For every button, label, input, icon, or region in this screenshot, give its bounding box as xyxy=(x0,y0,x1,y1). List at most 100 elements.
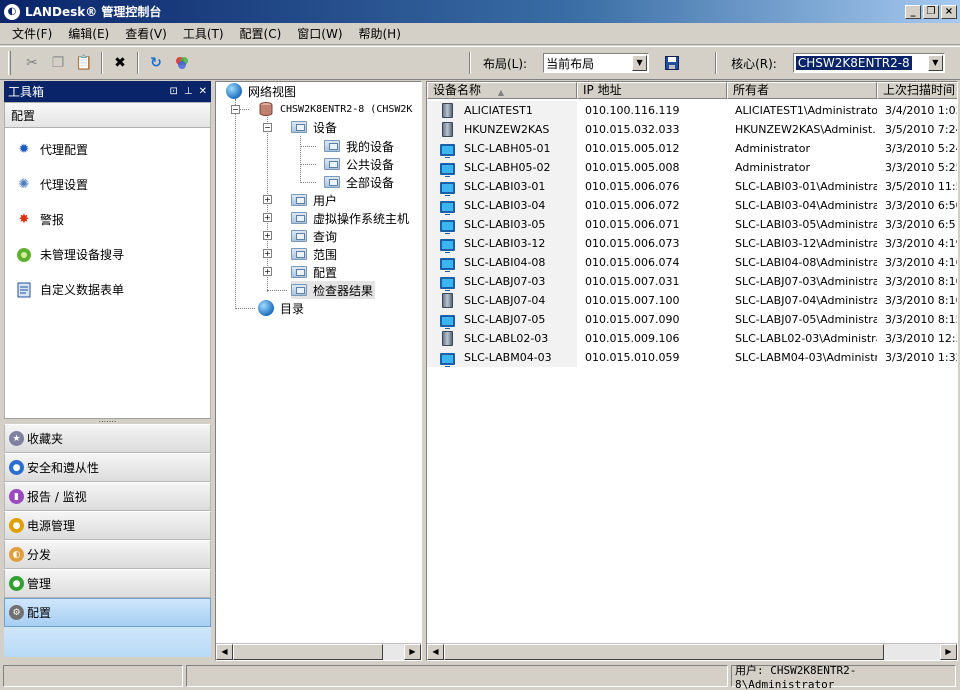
cell-device-name: ALICIATEST1 xyxy=(427,101,577,120)
expand-icon[interactable]: + xyxy=(263,213,272,222)
tree-node-vm-hosts[interactable]: 虚拟操作系统主机 xyxy=(291,209,409,227)
table-row[interactable]: HKUNZEW2KAS 010.015.032.033 HKUNZEW2KAS\Ad… xyxy=(427,120,957,139)
table-row[interactable]: SLC-LABH05-01 010.015.005.012 Administrato… xyxy=(427,139,957,158)
scroll-right-icon[interactable]: ▶ xyxy=(404,644,421,660)
tree-node-public-devices[interactable]: 公共设备 xyxy=(324,155,394,173)
tree-connector xyxy=(300,164,316,165)
paste-icon[interactable]: 📋 xyxy=(73,52,95,74)
table-row[interactable]: SLC-LABJ07-03 010.015.007.031 SLC-LABJ07-0… xyxy=(427,272,957,291)
column-header-ip-address[interactable]: IP 地址 xyxy=(577,82,727,99)
scrollbar-thumb[interactable] xyxy=(233,644,383,660)
tree-node-my-devices[interactable]: 我的设备 xyxy=(324,137,394,155)
menu-tools[interactable]: 工具(T) xyxy=(177,25,230,42)
collapse-icon[interactable]: − xyxy=(231,105,240,114)
layout-select[interactable]: 当前布局 ▼ xyxy=(543,53,650,73)
server-icon xyxy=(439,102,455,118)
scrollbar-thumb[interactable] xyxy=(444,644,884,660)
chevron-down-icon[interactable]: ▼ xyxy=(927,55,943,71)
cell-ip-address: 010.015.009.106 xyxy=(585,332,680,345)
minimize-button[interactable]: _ xyxy=(905,4,921,19)
dropdown-icon[interactable]: ⊡ xyxy=(170,86,178,97)
tree-node-directory[interactable]: 目录 xyxy=(258,299,304,317)
tree-horizontal-scrollbar[interactable]: ◀ ▶ xyxy=(216,643,421,660)
expand-icon[interactable]: + xyxy=(263,249,272,258)
pin-icon[interactable]: ⊥ xyxy=(184,86,193,97)
save-layout-icon[interactable] xyxy=(661,52,683,74)
restore-button[interactable]: ❐ xyxy=(923,4,939,19)
category-configuration[interactable]: ⚙ 配置 xyxy=(4,598,211,627)
menu-file[interactable]: 文件(F) xyxy=(6,25,58,42)
grid-horizontal-scrollbar[interactable]: ◀ ▶ xyxy=(427,643,957,660)
chevron-down-icon[interactable]: ▼ xyxy=(632,55,648,71)
cell-device-name: SLC-LABI03-12 xyxy=(427,234,577,253)
tree-node-configuration[interactable]: 配置 xyxy=(291,263,337,281)
column-header-last-scan[interactable]: 上次扫描时间 xyxy=(877,82,957,99)
table-row[interactable]: SLC-LABI04-08 010.015.006.074 SLC-LABI04-0… xyxy=(427,253,957,272)
close-button[interactable]: × xyxy=(941,4,957,19)
table-row[interactable]: SLC-LABM04-03 010.015.010.059 SLC-LABM04-0… xyxy=(427,348,957,367)
tree-node-devices[interactable]: 设备 xyxy=(291,118,337,136)
database-icon xyxy=(258,102,274,116)
expand-icon[interactable]: + xyxy=(263,231,272,240)
core-label: 核心(R): xyxy=(731,56,777,71)
refresh-icon[interactable]: ↻ xyxy=(145,52,167,74)
cell-owner: SLC-LABJ07-04\Administra... xyxy=(735,294,877,307)
tree-node-queries[interactable]: 查询 xyxy=(291,227,337,245)
core-select[interactable]: CHSW2K8ENTR2-8 ▼ xyxy=(792,53,945,73)
category-management[interactable]: ● 管理 xyxy=(4,569,211,598)
table-row[interactable]: SLC-LABI03-05 010.015.006.071 SLC-LABI03-0… xyxy=(427,215,957,234)
table-row[interactable]: SLC-LABL02-03 010.015.009.106 SLC-LABL02-0… xyxy=(427,329,957,348)
column-header-device-name[interactable]: 设备名称 ▲ xyxy=(427,82,577,99)
menu-view[interactable]: 查看(V) xyxy=(119,25,173,42)
toolbar-grip[interactable] xyxy=(8,51,11,75)
menu-window[interactable]: 窗口(W) xyxy=(291,25,348,42)
table-row[interactable]: SLC-LABH05-02 010.015.005.008 Administrato… xyxy=(427,158,957,177)
table-row[interactable]: SLC-LABJ07-04 010.015.007.100 SLC-LABJ07-0… xyxy=(427,291,958,310)
tool-unmanaged-device-discovery[interactable]: 未管理设备搜寻 xyxy=(5,237,210,272)
tree-node-network-view[interactable]: 网络视图 xyxy=(226,82,296,100)
menu-configure[interactable]: 配置(C) xyxy=(234,25,288,42)
device-name-text: ALICIATEST1 xyxy=(464,104,533,117)
tool-agent-configuration[interactable]: ✹ 代理配置 xyxy=(5,132,210,167)
cell-last-scan: 3/3/2010 8:10 xyxy=(885,294,958,307)
tool-agent-settings[interactable]: ✺ 代理设置 xyxy=(5,167,210,202)
table-row[interactable]: SLC-LABJ07-05 010.015.007.090 SLC-LABJ07-0… xyxy=(427,310,957,329)
cell-ip-address: 010.015.006.076 xyxy=(585,180,680,193)
category-distribution[interactable]: ◐ 分发 xyxy=(4,540,211,569)
cell-device-name: SLC-LABJ07-03 xyxy=(427,272,577,291)
menu-help[interactable]: 帮助(H) xyxy=(353,25,407,42)
title-bar[interactable]: ◐ LANDesk® 管理控制台 _ ❐ × xyxy=(0,0,960,23)
cell-ip-address: 010.015.032.033 xyxy=(585,123,680,136)
scroll-left-icon[interactable]: ◀ xyxy=(427,644,444,660)
collapse-icon[interactable]: − xyxy=(263,123,272,132)
scroll-right-icon[interactable]: ▶ xyxy=(940,644,957,660)
table-row[interactable]: SLC-LABI03-12 010.015.006.073 SLC-LABI03-1… xyxy=(427,234,957,253)
tool-alerting[interactable]: ✸ 警报 xyxy=(5,202,210,237)
category-favorites[interactable]: ★ 收藏夹 xyxy=(4,424,211,453)
expand-icon[interactable]: + xyxy=(263,195,272,204)
cell-device-name: SLC-LABL02-03 xyxy=(427,329,577,348)
expand-icon[interactable]: + xyxy=(263,267,272,276)
close-icon[interactable]: ✕ xyxy=(199,86,207,97)
tree-node-inspector-results[interactable]: 检查器结果 xyxy=(291,281,376,299)
menu-edit[interactable]: 编辑(E) xyxy=(62,25,115,42)
column-header-owner[interactable]: 所有者 xyxy=(727,82,877,99)
tree-node-scopes[interactable]: 范围 xyxy=(291,245,337,263)
table-row[interactable]: ALICIATEST1 010.100.116.119 ALICIATEST1\Ad… xyxy=(427,101,957,120)
column-header-label: IP 地址 xyxy=(583,83,622,97)
category-reporting-monitoring[interactable]: ▮ 报告 / 监视 xyxy=(4,482,211,511)
category-power-management[interactable]: ● 电源管理 xyxy=(4,511,211,540)
cell-ip-address: 010.015.006.073 xyxy=(585,237,680,250)
cut-icon[interactable]: ✂ xyxy=(21,52,43,74)
category-security-compliance[interactable]: ● 安全和遵从性 xyxy=(4,453,211,482)
tree-node-users[interactable]: 用户 xyxy=(291,191,337,209)
scroll-left-icon[interactable]: ◀ xyxy=(216,644,233,660)
tool-custom-data-forms[interactable]: 自定义数据表单 xyxy=(5,272,210,307)
tree-node-all-devices[interactable]: 全部设备 xyxy=(324,173,394,191)
tree-node-core-server[interactable]: CHSW2K8ENTR2-8 (CHSW2K xyxy=(258,100,412,118)
color-wheel-icon[interactable] xyxy=(171,52,193,74)
table-row[interactable]: SLC-LABI03-01 010.015.006.076 SLC-LABI03-0… xyxy=(427,177,957,196)
delete-icon[interactable]: ✖ xyxy=(109,52,131,74)
copy-icon[interactable]: ❐ xyxy=(47,52,69,74)
table-row[interactable]: SLC-LABI03-04 010.015.006.072 SLC-LABI03-0… xyxy=(427,196,957,215)
